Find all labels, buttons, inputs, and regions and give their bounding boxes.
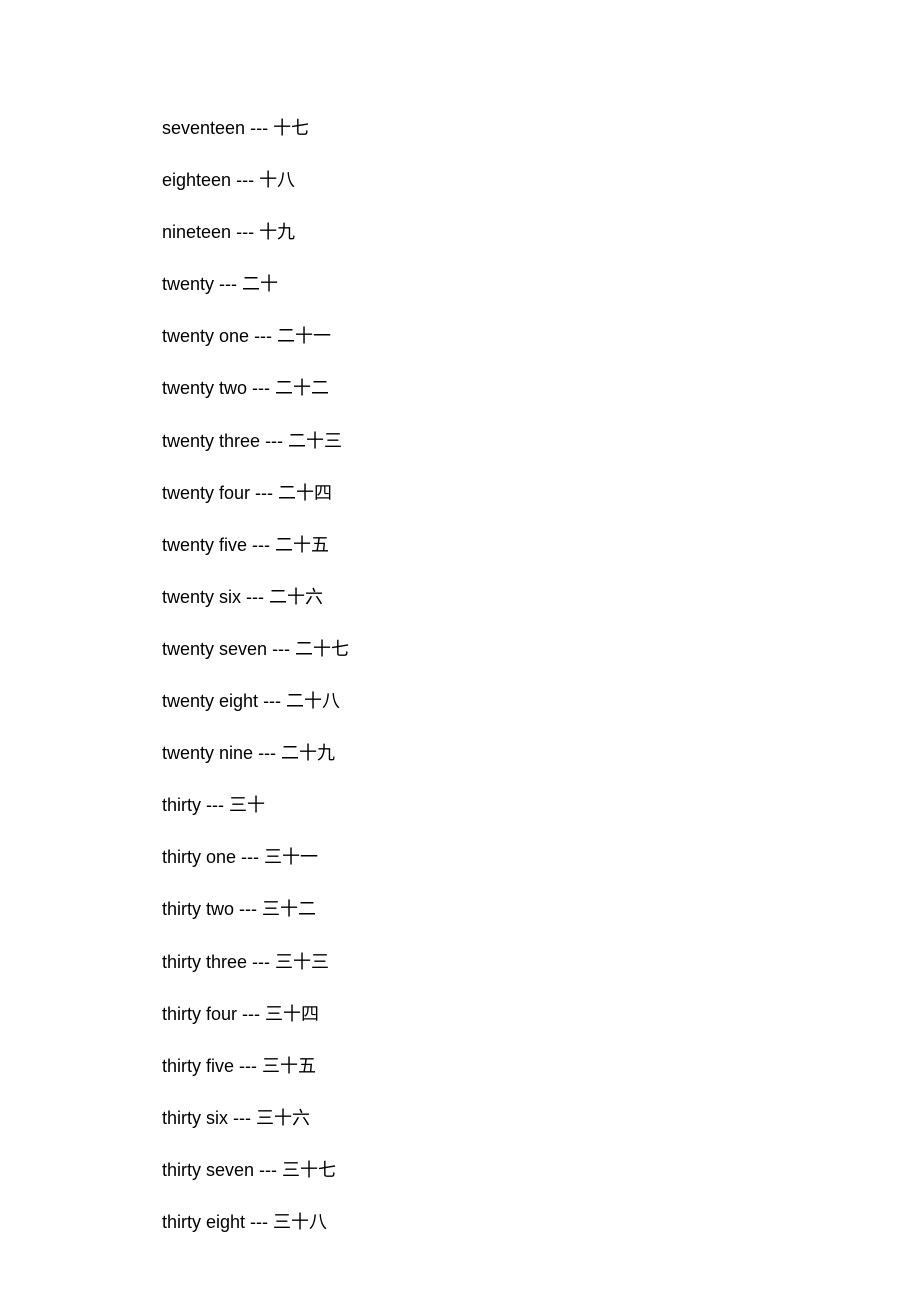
english-term: twenty five [162, 535, 247, 555]
english-term: seventeen [162, 118, 245, 138]
chinese-term: 三十三 [275, 952, 329, 972]
list-item: eighteen --- 十八 [162, 170, 920, 192]
chinese-term: 二十五 [275, 535, 329, 555]
chinese-term: 十八 [259, 170, 295, 190]
english-term: thirty six [162, 1108, 228, 1128]
english-term: thirty one [162, 847, 236, 867]
list-item: twenty eight --- 二十八 [162, 691, 920, 713]
english-term: thirty eight [162, 1212, 245, 1232]
separator: --- [231, 222, 259, 242]
english-term: twenty six [162, 587, 241, 607]
vocabulary-list: seventeen --- 十七 eighteen --- 十八 nineteen … [162, 118, 920, 1234]
chinese-term: 十九 [259, 222, 295, 242]
chinese-term: 二十六 [269, 587, 323, 607]
english-term: thirty three [162, 952, 247, 972]
separator: --- [247, 378, 275, 398]
english-term: thirty seven [162, 1160, 254, 1180]
separator: --- [241, 587, 269, 607]
english-term: thirty five [162, 1056, 234, 1076]
list-item: twenty nine --- 二十九 [162, 743, 920, 765]
chinese-term: 二十九 [281, 743, 335, 763]
chinese-term: 三十一 [264, 847, 318, 867]
separator: --- [236, 847, 264, 867]
separator: --- [247, 535, 275, 555]
separator: --- [267, 639, 295, 659]
chinese-term: 三十二 [262, 899, 316, 919]
list-item: thirty one --- 三十一 [162, 847, 920, 869]
chinese-term: 三十七 [282, 1160, 336, 1180]
separator: --- [254, 1160, 282, 1180]
english-term: twenty four [162, 483, 250, 503]
separator: --- [234, 899, 262, 919]
separator: --- [237, 1004, 265, 1024]
chinese-term: 二十八 [286, 691, 340, 711]
english-term: thirty four [162, 1004, 237, 1024]
list-item: thirty seven --- 三十七 [162, 1160, 920, 1182]
separator: --- [250, 483, 278, 503]
separator: --- [231, 170, 259, 190]
chinese-term: 二十二 [275, 378, 329, 398]
separator: --- [253, 743, 281, 763]
chinese-term: 二十三 [288, 431, 342, 451]
separator: --- [214, 274, 242, 294]
list-item: nineteen --- 十九 [162, 222, 920, 244]
chinese-term: 二十七 [295, 639, 349, 659]
list-item: twenty five --- 二十五 [162, 535, 920, 557]
chinese-term: 十七 [273, 118, 309, 138]
english-term: twenty eight [162, 691, 258, 711]
english-term: twenty seven [162, 639, 267, 659]
separator: --- [258, 691, 286, 711]
separator: --- [245, 118, 273, 138]
separator: --- [260, 431, 288, 451]
list-item: thirty four --- 三十四 [162, 1004, 920, 1026]
list-item: thirty six --- 三十六 [162, 1108, 920, 1130]
separator: --- [201, 795, 229, 815]
english-term: twenty [162, 274, 214, 294]
chinese-term: 三十八 [273, 1212, 327, 1232]
chinese-term: 二十四 [278, 483, 332, 503]
list-item: twenty one --- 二十一 [162, 326, 920, 348]
list-item: thirty three --- 三十三 [162, 952, 920, 974]
chinese-term: 三十五 [262, 1056, 316, 1076]
english-term: thirty two [162, 899, 234, 919]
chinese-term: 二十一 [277, 326, 331, 346]
chinese-term: 三十六 [256, 1108, 310, 1128]
separator: --- [228, 1108, 256, 1128]
chinese-term: 三十 [229, 795, 265, 815]
english-term: thirty [162, 795, 201, 815]
list-item: twenty seven --- 二十七 [162, 639, 920, 661]
chinese-term: 二十 [242, 274, 278, 294]
list-item: seventeen --- 十七 [162, 118, 920, 140]
separator: --- [249, 326, 277, 346]
list-item: thirty two --- 三十二 [162, 899, 920, 921]
list-item: twenty three --- 二十三 [162, 431, 920, 453]
english-term: nineteen [162, 222, 231, 242]
separator: --- [245, 1212, 273, 1232]
list-item: twenty two --- 二十二 [162, 378, 920, 400]
english-term: twenty one [162, 326, 249, 346]
separator: --- [234, 1056, 262, 1076]
chinese-term: 三十四 [265, 1004, 319, 1024]
list-item: thirty eight --- 三十八 [162, 1212, 920, 1234]
english-term: twenty nine [162, 743, 253, 763]
list-item: thirty --- 三十 [162, 795, 920, 817]
list-item: thirty five --- 三十五 [162, 1056, 920, 1078]
separator: --- [247, 952, 275, 972]
english-term: eighteen [162, 170, 231, 190]
list-item: twenty six --- 二十六 [162, 587, 920, 609]
english-term: twenty two [162, 378, 247, 398]
english-term: twenty three [162, 431, 260, 451]
list-item: twenty four --- 二十四 [162, 483, 920, 505]
list-item: twenty --- 二十 [162, 274, 920, 296]
